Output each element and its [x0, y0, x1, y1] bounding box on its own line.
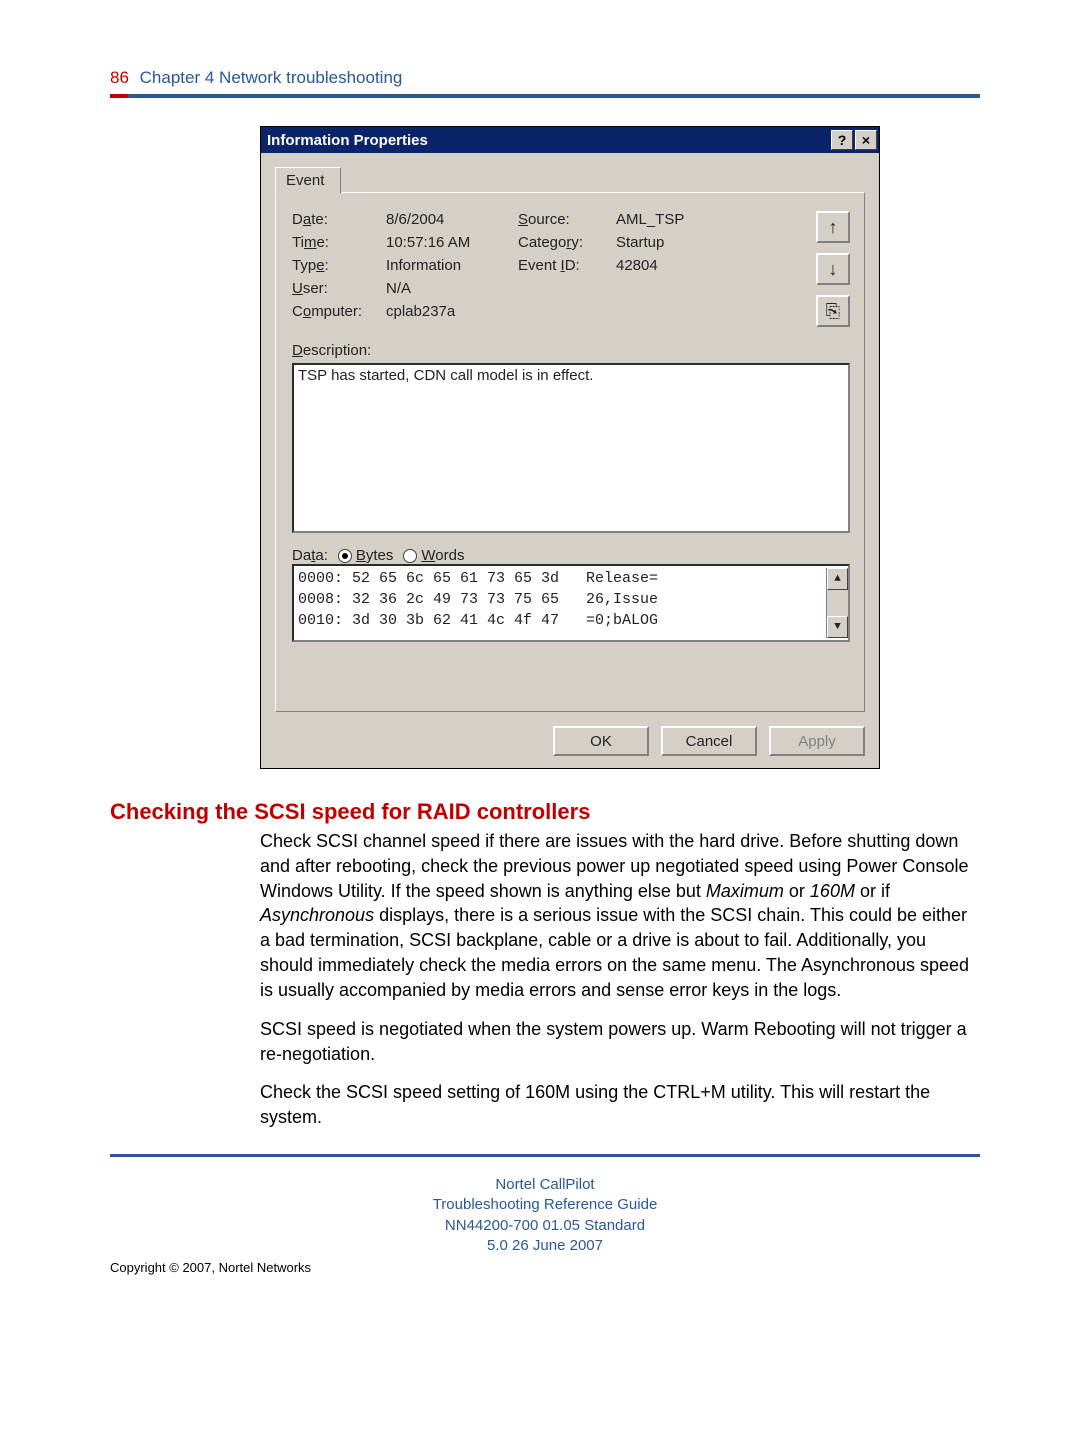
page-header: 86 Chapter 4 Network troubleshooting: [110, 68, 980, 88]
chapter-title: Chapter 4 Network troubleshooting: [140, 68, 403, 87]
data-scrollbar[interactable]: ▲ ▼: [826, 568, 848, 638]
description-box[interactable]: TSP has started, CDN call model is in ef…: [292, 363, 850, 533]
close-button[interactable]: ×: [855, 130, 877, 150]
user-label: User:: [292, 280, 384, 297]
time-label: Time:: [292, 234, 384, 251]
titlebar-text: Information Properties: [267, 132, 829, 149]
page-number: 86: [110, 68, 129, 87]
help-button[interactable]: ?: [831, 130, 853, 150]
computer-value: cplab237a: [386, 303, 516, 320]
footer-line-3: NN44200-700 01.05 Standard: [110, 1216, 980, 1236]
footer-line-4: 5.0 26 June 2007: [110, 1236, 980, 1256]
paragraph-1: Check SCSI channel speed if there are is…: [260, 829, 980, 1003]
paragraph-2: SCSI speed is negotiated when the system…: [260, 1017, 980, 1067]
data-label: Data:: [292, 547, 328, 564]
event-fields: Date: 8/6/2004 Source: AML_TSP Time: 10:…: [292, 211, 850, 320]
prev-event-button[interactable]: ↑: [816, 211, 850, 243]
scroll-up-icon[interactable]: ▲: [827, 568, 848, 590]
source-label: Source:: [518, 211, 614, 228]
cancel-button[interactable]: Cancel: [661, 726, 757, 756]
eventid-value: 42804: [616, 257, 850, 274]
description-label: Description:: [292, 342, 850, 359]
radio-words[interactable]: Words: [403, 547, 464, 564]
radio-bytes[interactable]: Bytes: [338, 547, 394, 564]
apply-button[interactable]: Apply: [769, 726, 865, 756]
data-format-row: Data: Bytes Words: [292, 547, 850, 564]
titlebar: Information Properties ? ×: [261, 127, 879, 153]
copyright: Copyright © 2007, Nortel Networks: [110, 1260, 980, 1275]
dialog-buttons: OK Cancel Apply: [275, 712, 865, 756]
ok-button[interactable]: OK: [553, 726, 649, 756]
hex-content: 0000: 52 65 6c 65 61 73 65 3d Release= 0…: [298, 568, 826, 638]
eventid-label: Event ID:: [518, 257, 614, 274]
screenshot-container: Information Properties ? × Event ↑ ↓ ⎘ D…: [260, 126, 882, 769]
section-heading: Checking the SCSI speed for RAID control…: [110, 799, 980, 825]
scroll-down-icon[interactable]: ▼: [827, 616, 848, 638]
user-value: N/A: [386, 280, 516, 297]
tab-event[interactable]: Event: [275, 167, 341, 194]
footer-line-2: Troubleshooting Reference Guide: [110, 1195, 980, 1215]
paragraph-3: Check the SCSI speed setting of 160M usi…: [260, 1080, 980, 1130]
copy-button[interactable]: ⎘: [816, 295, 850, 327]
body-text: Check SCSI channel speed if there are is…: [260, 829, 980, 1130]
data-hex-box[interactable]: 0000: 52 65 6c 65 61 73 65 3d Release= 0…: [292, 564, 850, 642]
information-properties-dialog: Information Properties ? × Event ↑ ↓ ⎘ D…: [260, 126, 880, 769]
computer-label: Computer:: [292, 303, 384, 320]
time-value: 10:57:16 AM: [386, 234, 516, 251]
date-value: 8/6/2004: [386, 211, 516, 228]
tab-panel: ↑ ↓ ⎘ Date: 8/6/2004 Source: AML_TSP Tim…: [275, 192, 865, 712]
date-label: Date:: [292, 211, 384, 228]
category-label: Category:: [518, 234, 614, 251]
category-value: Startup: [616, 234, 850, 251]
footer-line-1: Nortel CallPilot: [110, 1175, 980, 1195]
next-event-button[interactable]: ↓: [816, 253, 850, 285]
type-value: Information: [386, 257, 516, 274]
type-label: Type:: [292, 257, 384, 274]
footer: Nortel CallPilot Troubleshooting Referen…: [110, 1175, 980, 1256]
source-value: AML_TSP: [616, 211, 850, 228]
footer-rule: [110, 1154, 980, 1157]
header-rule: [110, 94, 980, 98]
